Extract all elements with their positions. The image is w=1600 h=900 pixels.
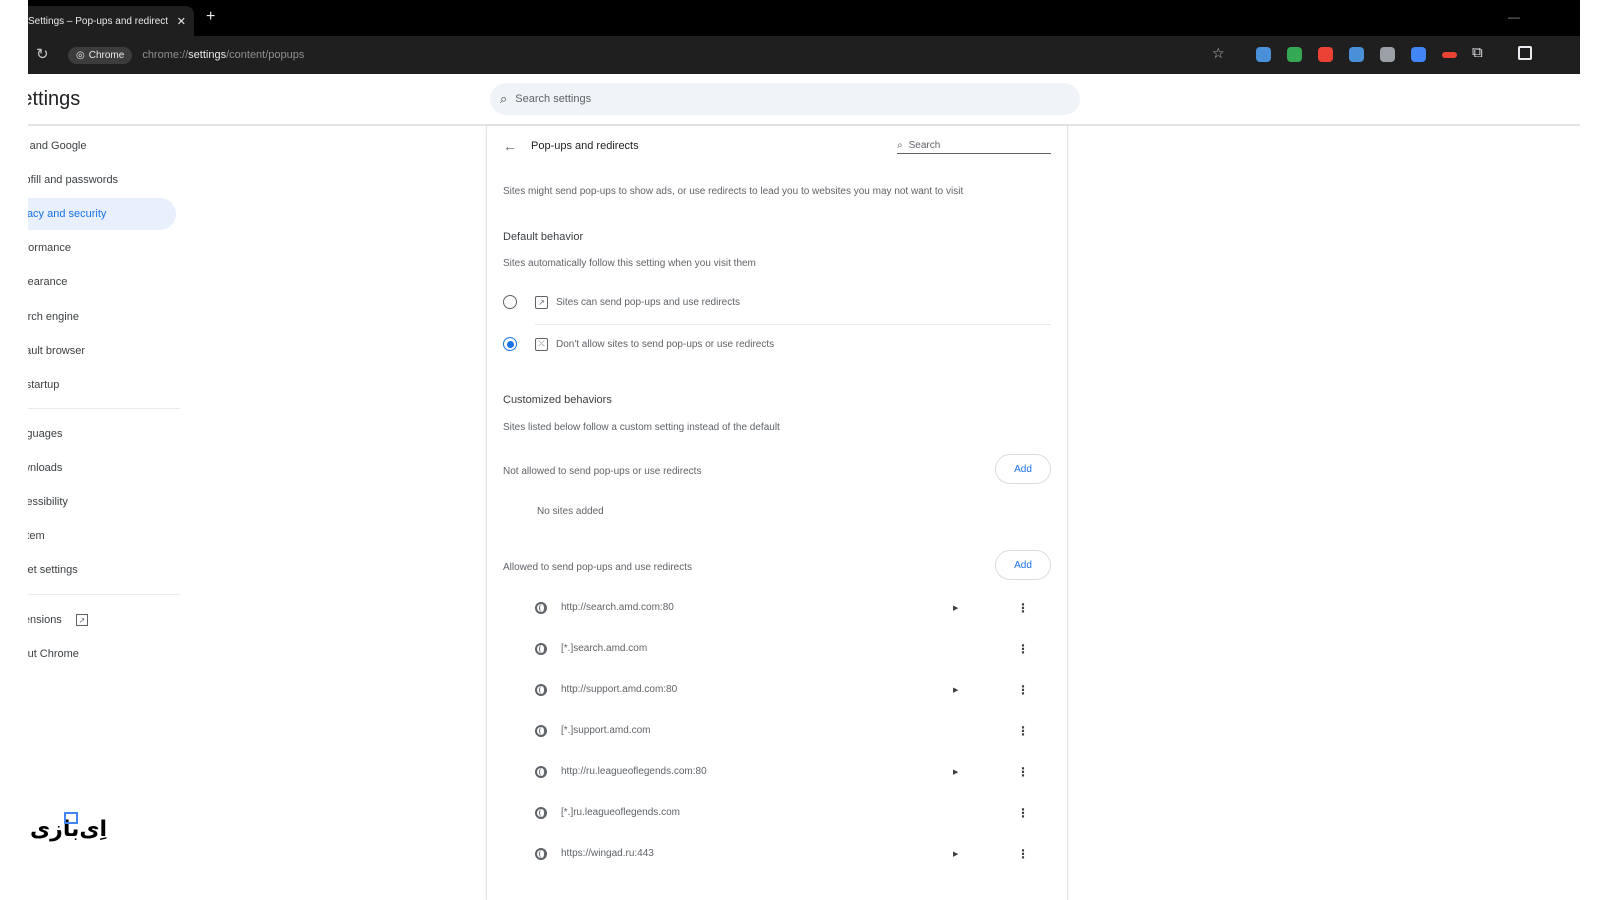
close-tab-icon[interactable]: ✕ [177,15,186,28]
crop-gutter-right [1580,0,1600,900]
globe-icon [535,806,547,819]
extension-icon-6[interactable] [1411,47,1426,62]
site-info-chip[interactable]: ◎ Chrome [68,46,133,64]
site-url: [*.]support.amd.com [561,725,651,736]
open-in-new-icon: ↗ [75,614,88,626]
site-row[interactable]: http://support.amd.com:80 ▶ ⋮ [535,669,1051,710]
divider [535,324,1051,325]
expand-arrow-icon[interactable]: ▶ [953,768,1017,776]
not-allowed-label: Not allowed to send pop-ups or use redir… [503,466,702,477]
site-url: https://wingad.ru:443 [561,848,654,859]
globe-icon [535,642,547,655]
settings-header: Settings ⌕ Search settings [0,74,1600,126]
add-not-allowed-button[interactable]: Add [995,454,1051,484]
chip-label: Chrome [88,49,125,61]
radio-button[interactable] [503,295,517,309]
extension-icon-4[interactable] [1349,47,1364,62]
tab-strip: Settings – Pop-ups and redirects ✕ + — [0,0,1600,36]
page-description: Sites might send pop-ups to show ads, or… [503,186,964,197]
no-sites-text: No sites added [537,506,604,517]
site-row[interactable]: [*.]search.amd.com ⋮ [535,628,1051,669]
globe-icon [535,601,547,614]
browser-toolbar: ↻ ◎ Chrome chrome://settings/content/pop… [0,36,1600,74]
blocked-popup-icon: ⤫ [535,337,548,351]
radio-block-popups[interactable]: ⤫ Don't allow sites to send pop-ups or u… [503,326,1051,362]
expand-arrow-icon[interactable]: ▶ [953,850,1017,858]
extension-icon-5[interactable] [1380,47,1395,62]
site-url: [*.]search.amd.com [561,643,648,654]
extension-icon-3[interactable] [1318,47,1333,62]
site-url: [*.]ru.leagueoflegends.com [561,807,680,818]
site-row[interactable]: https://wingad.ru:443 ▶ ⋮ [535,833,1051,874]
radio-label: Sites can send pop-ups and use redirects [556,296,740,308]
customized-behaviors-subtitle: Sites listed below follow a custom setti… [503,422,780,433]
default-behavior-subtitle: Sites automatically follow this setting … [503,258,756,269]
radio-button-checked[interactable] [503,337,517,351]
popups-settings-card: ← Pop-ups and redirects ⌕ Search Sites m… [486,126,1068,900]
search-icon: ⌕ [897,140,903,151]
globe-icon [535,847,547,860]
site-watermark-logo: اِی‌بازی [30,812,107,842]
bookmark-star-icon[interactable]: ☆ [1212,45,1225,62]
allowed-label: Allowed to send pop-ups and use redirect… [503,562,693,573]
search-placeholder: Search settings [515,93,592,105]
extensions-puzzle-icon[interactable]: ⧉ [1472,44,1483,61]
open-in-new-icon: ↗ [535,295,548,309]
search-placeholder: Search [908,140,941,151]
tab-title: Settings – Pop-ups and redirects [28,15,168,27]
site-url: http://ru.leagueoflegends.com:80 [561,766,707,777]
site-url: http://search.amd.com:80 [561,602,674,613]
customized-behaviors-heading: Customized behaviors [503,394,612,406]
url-text[interactable]: chrome://settings/content/popups [142,49,304,61]
address-bar[interactable]: ◎ Chrome chrome://settings/content/popup… [64,42,1244,68]
radio-label: Don't allow sites to send pop-ups or use… [556,338,775,350]
more-actions-icon[interactable]: ⋮ [1017,683,1029,697]
search-settings-input[interactable]: ⌕ Search settings [490,83,1080,115]
expand-arrow-icon[interactable]: ▶ [953,686,1017,694]
minimize-button[interactable]: — [1508,10,1520,24]
subpage-title: Pop-ups and redirects [531,140,639,152]
new-tab-button[interactable]: + [206,8,215,26]
site-row[interactable]: http://search.amd.com:80 ▶ ⋮ [535,587,1051,628]
more-actions-icon[interactable]: ⋮ [1017,847,1029,861]
more-actions-icon[interactable]: ⋮ [1017,806,1029,820]
extension-icon-2[interactable] [1287,47,1302,62]
site-row[interactable]: [*.]support.amd.com ⋮ [535,710,1051,751]
add-allowed-button[interactable]: Add [995,550,1051,580]
more-actions-icon[interactable]: ⋮ [1017,724,1029,738]
default-behavior-heading: Default behavior [503,231,584,243]
back-arrow-icon[interactable]: ← [503,138,517,154]
active-tab[interactable]: Settings – Pop-ups and redirects ✕ [18,6,194,36]
globe-icon [535,765,547,778]
more-actions-icon[interactable]: ⋮ [1017,765,1029,779]
globe-icon [535,683,547,696]
extension-icon-7[interactable] [1442,52,1457,58]
logo-box-icon [64,812,78,824]
extension-icon-1[interactable] [1256,47,1271,62]
more-actions-icon[interactable]: ⋮ [1017,642,1029,656]
site-row[interactable]: [*.]ru.leagueoflegends.com ⋮ [535,792,1051,833]
reload-icon[interactable]: ↻ [36,45,49,63]
more-actions-icon[interactable]: ⋮ [1017,601,1029,615]
globe-icon [535,724,547,737]
site-url: http://support.amd.com:80 [561,684,678,695]
radio-allow-popups[interactable]: ↗ Sites can send pop-ups and use redirec… [503,284,1051,320]
chrome-icon: ◎ [76,49,85,61]
site-row[interactable]: http://ru.leagueoflegends.com:80 ▶ ⋮ [535,751,1051,792]
expand-arrow-icon[interactable]: ▶ [953,604,1017,612]
search-icon: ⌕ [500,91,508,106]
side-panel-icon[interactable] [1518,46,1532,60]
crop-gutter-left [0,0,28,900]
subpage-search-input[interactable]: ⌕ Search [897,138,1051,154]
